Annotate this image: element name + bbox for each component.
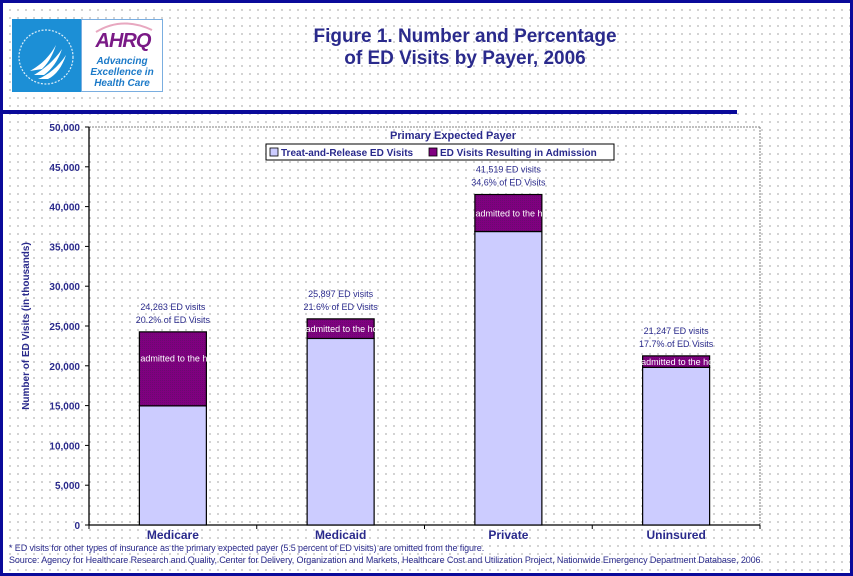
legend-label-treat-release: Treat-and-Release ED Visits <box>281 148 414 159</box>
y-tick-label: 10,000 <box>49 441 80 452</box>
label-total-visits: 24,263 ED visits <box>140 302 206 312</box>
y-tick-label: 50,000 <box>49 123 80 134</box>
x-tick-label-medicaid: Medicaid <box>315 528 366 542</box>
label-total-visits: 41,519 ED visits <box>476 165 542 175</box>
legend-swatch-treat-release <box>269 147 279 157</box>
label-admitted-pct: 6.8% admitted to the hospital <box>618 357 734 367</box>
bar-treat-release-medicaid <box>306 337 375 526</box>
label-share-visits: 21.6% of ED Visits <box>303 302 378 312</box>
y-tick-label: 0 <box>74 521 80 532</box>
legend-label-admission: ED Visits Resulting in Admission <box>440 148 597 159</box>
label-total-visits: 25,897 ED visits <box>308 289 374 299</box>
x-tick-label-medicare: Medicare <box>147 528 199 542</box>
y-axis: 0 5,000 10,000 15,000 20,000 25,000 30,000 35,0… <box>49 123 90 532</box>
label-share-visits: 17.7% of ED Visits <box>639 339 714 349</box>
y-tick-label: 30,000 <box>49 282 80 293</box>
bar-admission-medicare <box>138 331 207 407</box>
footnote-omitted: * ED visits for other types of insurance… <box>9 543 485 553</box>
label-total-visits: 21,247 ED visits <box>644 326 710 336</box>
bar-treat-release-uninsured <box>642 366 711 526</box>
bar-treat-release-private <box>474 230 543 526</box>
legend: Treat-and-Release ED Visits ED Visits Re… <box>265 143 615 161</box>
label-admitted-pct: 11.2% admitted to the hospital <box>448 209 568 219</box>
label-admitted-pct: 38.3% admitted to the hospital <box>112 353 233 363</box>
x-axis: Medicare Medicaid Private Uninsured <box>88 524 761 542</box>
y-tick-label: 5,000 <box>55 481 80 492</box>
y-tick-label: 20,000 <box>49 362 80 373</box>
y-tick-label: 40,000 <box>49 203 80 214</box>
y-tick-label: 35,000 <box>49 242 80 253</box>
label-share-visits: 20.2% of ED Visits <box>136 315 211 325</box>
y-tick-label: 15,000 <box>49 402 80 413</box>
x-tick-label-uninsured: Uninsured <box>646 528 705 542</box>
y-tick-label: 25,000 <box>49 322 80 333</box>
x-tick-label-private: Private <box>488 528 528 542</box>
label-share-visits: 34.6% of ED Visits <box>471 178 546 188</box>
y-tick-label: 45,000 <box>49 163 80 174</box>
legend-swatch-admission <box>428 147 438 157</box>
chart-title: Primary Expected Payer <box>390 130 517 142</box>
label-admitted-pct: 9.5% admitted to the hospital <box>283 324 399 334</box>
stacked-bar-chart: 0 5,000 10,000 15,000 20,000 25,000 30,000 35,0… <box>21 123 761 542</box>
footnote-source: Source: Agency for Healthcare Research a… <box>9 555 761 565</box>
bar-treat-release-medicare <box>138 405 207 526</box>
y-axis-label: Number of ED Visits (in thousands) <box>21 242 32 410</box>
